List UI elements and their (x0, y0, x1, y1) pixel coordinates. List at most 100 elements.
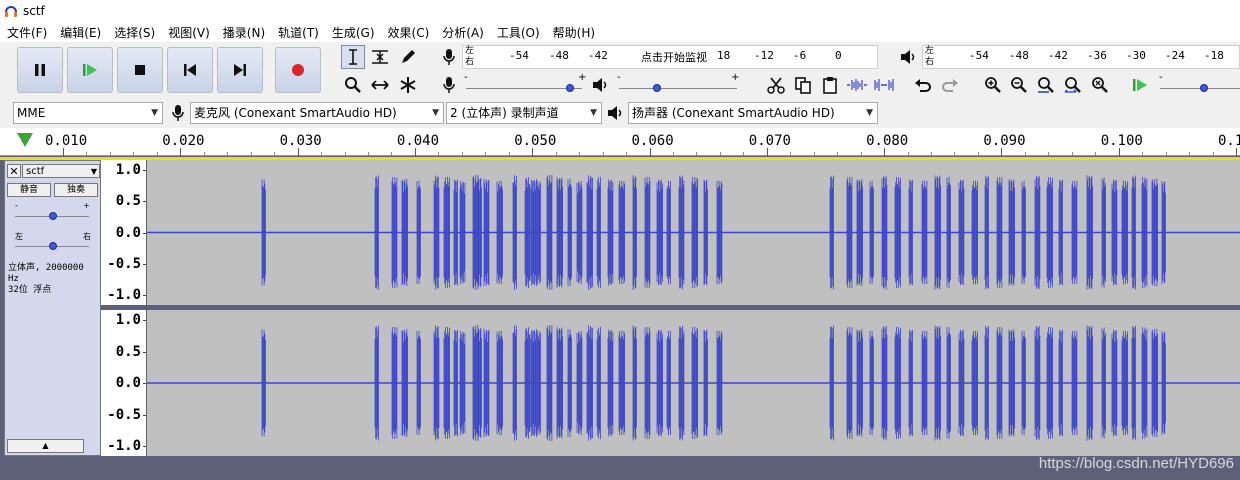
redo-button[interactable] (938, 73, 962, 97)
play-meter-tick: -48 (1009, 49, 1029, 62)
amplitude-tick (143, 414, 146, 416)
play-button[interactable] (67, 47, 113, 93)
menu-file[interactable]: 文件(F) (0, 24, 53, 41)
ruler-major-tick (414, 148, 416, 156)
timeline-ruler[interactable]: 0.010 0.020 0.030 0.040 0.050 0.060 0.070 0.080… (0, 128, 1240, 156)
waveform-left-channel[interactable] (147, 160, 1240, 305)
title-bar: sctf (0, 0, 1240, 22)
close-track-button[interactable]: ✕ (7, 164, 21, 178)
undo-icon (915, 79, 931, 92)
pan-slider[interactable] (49, 242, 57, 250)
collapse-track-button[interactable]: ▲ (7, 439, 84, 453)
menu-edit[interactable]: 编辑(E) (53, 24, 107, 41)
zoom-tool-button[interactable] (341, 73, 365, 97)
mute-button[interactable]: 静音 (7, 183, 51, 197)
menu-tools[interactable]: 工具(O) (490, 24, 546, 41)
amplitude-label: 1.0 (115, 312, 141, 328)
menu-transport[interactable]: 播录(N) (216, 24, 271, 41)
playback-volume-slider[interactable] (653, 84, 661, 92)
recording-channels-select[interactable]: 2 (立体声) 录制声道 ▼ (446, 102, 602, 124)
menu-help[interactable]: 帮助(H) (546, 24, 601, 41)
amplitude-tick (143, 383, 146, 384)
play-speed-minus: - (1159, 72, 1163, 83)
magnifier-icon (345, 77, 361, 93)
zoom-toggle-button[interactable] (1088, 73, 1112, 97)
amplitude-label: -1.0 (107, 287, 141, 303)
zoom-out-icon (1011, 77, 1027, 93)
scissors-icon (767, 77, 785, 94)
trim-button[interactable] (845, 73, 869, 97)
playback-volume-plus: + (731, 72, 740, 83)
zoom-out-button[interactable] (1007, 73, 1031, 97)
envelope-icon (372, 50, 388, 64)
menu-analyze[interactable]: 分析(A) (435, 24, 490, 41)
menu-generate[interactable]: 生成(G) (325, 24, 381, 41)
audio-host-select[interactable]: MME ▼ (13, 102, 163, 124)
stop-button[interactable] (117, 47, 163, 93)
play-meter[interactable]: 左 右 -54 -48 -42 -36 -30 -24 -18 (922, 45, 1240, 69)
zoom-in-icon (985, 77, 1001, 93)
amplitude-tick (143, 232, 146, 234)
draw-tool-button[interactable] (396, 45, 420, 69)
vertical-ruler-right[interactable]: 1.0 0.5 0.0 -0.5 -1.0 (101, 310, 146, 456)
record-meter[interactable]: 左 右 -54 -48 -42 18 -12 -6 0 点击开始监视 (462, 45, 878, 69)
watermark-text: https://blog.csdn.net/HYD696 (1038, 455, 1234, 472)
amplitude-tick (143, 320, 146, 321)
envelope-tool-button[interactable] (368, 45, 392, 69)
track-format-line2: 32位 浮点 (8, 285, 52, 295)
fit-project-button[interactable] (1061, 73, 1085, 97)
amplitude-tick (143, 263, 146, 265)
play-meter-tick: -36 (1087, 49, 1107, 62)
menu-effect[interactable]: 效果(C) (381, 24, 436, 41)
menu-view[interactable]: 视图(V) (161, 24, 216, 41)
ruler-major-tick (180, 148, 182, 156)
microphone-icon (443, 77, 455, 93)
record-volume-slider[interactable] (566, 84, 574, 92)
pinned-play-head-icon[interactable] (17, 133, 33, 147)
play-at-speed-button[interactable] (1128, 73, 1152, 97)
copy-button[interactable] (791, 73, 815, 97)
ruler-label: 0.010 (45, 133, 88, 149)
track-name-menu[interactable]: sctf ▼ (22, 164, 100, 178)
time-shift-tool-button[interactable] (368, 73, 392, 97)
amplitude-tick (143, 170, 146, 171)
ruler-label: 0.090 (983, 133, 1026, 149)
record-meter-tick: -42 (588, 49, 608, 62)
play-meter-speaker-button[interactable] (896, 45, 920, 69)
undo-button[interactable] (911, 73, 935, 97)
zoom-in-button[interactable] (981, 73, 1005, 97)
record-meter-tick: -12 (754, 49, 774, 62)
ruler-major-tick (532, 148, 534, 156)
recording-device-select[interactable]: 麦克风 (Conexant SmartAudio HD) ▼ (190, 102, 444, 124)
solo-button[interactable]: 独奏 (54, 183, 98, 197)
pause-button[interactable] (17, 47, 63, 93)
fit-selection-button[interactable] (1034, 73, 1058, 97)
menu-select[interactable]: 选择(S) (107, 24, 161, 41)
multi-tool-button[interactable] (396, 73, 420, 97)
record-meter-tick: -6 (793, 49, 807, 62)
skip-to-end-button[interactable] (217, 47, 263, 93)
record-icon (292, 64, 304, 76)
record-meter-mic-button[interactable] (437, 45, 461, 69)
ruler-major-tick (649, 148, 651, 156)
pan-left: 左 (15, 232, 23, 241)
cut-button[interactable] (764, 73, 788, 97)
waveform-right-channel[interactable] (147, 310, 1240, 456)
chevron-down-icon: ▼ (590, 108, 597, 118)
track-name: sctf (26, 166, 45, 177)
play-meter-tick: -24 (1165, 49, 1185, 62)
amplitude-label: 0.0 (115, 224, 141, 241)
play-speed-slider[interactable] (1200, 84, 1208, 92)
gain-slider[interactable] (49, 212, 57, 220)
record-meter-hint[interactable]: 点击开始监视 (641, 49, 707, 65)
silence-button[interactable] (872, 73, 896, 97)
time-shift-arrows-icon (371, 80, 389, 90)
vertical-ruler-left[interactable]: 1.0 0.5 0.0 -0.5 -1.0 (101, 160, 146, 305)
paste-button[interactable] (818, 73, 842, 97)
record-button[interactable] (275, 47, 321, 93)
recording-channels-value: 2 (立体声) 录制声道 (450, 106, 559, 120)
playback-device-select[interactable]: 扬声器 (Conexant SmartAudio HD) ▼ (628, 102, 878, 124)
menu-tracks[interactable]: 轨道(T) (271, 24, 325, 41)
selection-tool-button[interactable] (341, 45, 365, 69)
skip-to-start-button[interactable] (167, 47, 213, 93)
